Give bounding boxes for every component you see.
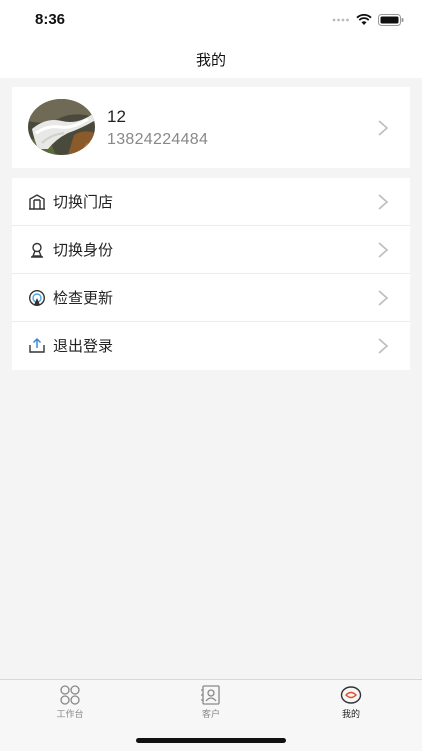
profile-phone: 13824224484 [107, 131, 209, 148]
wifi-icon [356, 14, 372, 25]
profile-name: 12 [107, 107, 126, 126]
chevron-right-icon [378, 194, 389, 210]
status-time: 8:36 [35, 11, 66, 28]
menu-item-check-update[interactable]: 检查更新 [12, 274, 410, 322]
page-title: 我的 [195, 51, 226, 69]
status-icons [332, 14, 404, 26]
chevron-right-icon [378, 290, 389, 306]
menu-item-label: 切换门店 [53, 193, 114, 211]
signal-icon [332, 18, 349, 22]
chevron-right-icon [378, 338, 389, 354]
chevron-right-icon [378, 242, 389, 258]
menu-item-label: 检查更新 [53, 289, 114, 307]
person-icon [31, 242, 43, 258]
menu-item-label: 退出登录 [53, 337, 114, 355]
tab-label: 我的 [341, 710, 360, 720]
mine-icon [340, 686, 362, 704]
tab-customer[interactable]: 客户 [171, 685, 251, 725]
settings-menu: 切换门店 切换身份 检查更新 退出登录 [12, 178, 410, 370]
logout-icon [29, 338, 45, 353]
store-icon [29, 194, 45, 210]
menu-item-switch-store[interactable]: 切换门店 [12, 178, 410, 226]
tab-mine[interactable]: 我的 [311, 685, 391, 725]
tab-label: 工作台 [56, 710, 84, 720]
profile-card[interactable]: 12 13824224484 [12, 87, 410, 168]
update-icon [28, 289, 46, 307]
customer-icon [201, 685, 220, 705]
menu-item-switch-identity[interactable]: 切换身份 [12, 226, 410, 274]
chevron-right-icon [378, 120, 389, 136]
menu-item-label: 切换身份 [53, 241, 114, 259]
status-bar: 8:36 [0, 0, 422, 40]
battery-icon [378, 14, 404, 26]
tab-workbench[interactable]: 工作台 [30, 685, 110, 725]
home-indicator[interactable] [136, 738, 286, 743]
workbench-icon [60, 685, 80, 705]
avatar[interactable] [28, 99, 95, 155]
menu-item-logout[interactable]: 退出登录 [12, 322, 410, 370]
nav-bar: 我的 [0, 40, 422, 78]
tab-label: 客户 [201, 710, 220, 720]
